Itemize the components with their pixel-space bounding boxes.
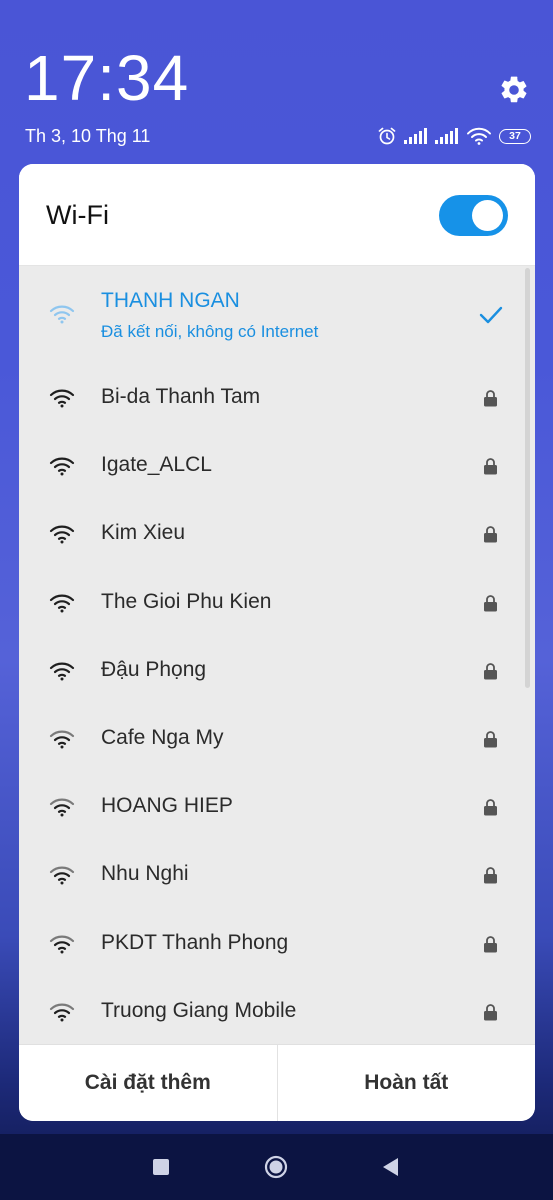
scrollbar[interactable] [525, 268, 530, 688]
wifi-icon [49, 866, 75, 885]
lock-icon [484, 731, 497, 748]
wifi-icon [49, 730, 75, 749]
panel-footer: Cài đặt thêm Hoàn tất [19, 1044, 535, 1121]
date-label: Th 3, 10 Thg 11 [25, 126, 151, 146]
lock-icon [484, 662, 497, 680]
wifi-icon [49, 389, 75, 408]
network-name: Kim Xieu [101, 521, 186, 545]
lock-icon [484, 1003, 497, 1021]
wifi-panel: Wi-Fi THANH NGAN Đã kết nối, không có In… [19, 164, 535, 1121]
network-row[interactable]: Kim Xieu [19, 500, 535, 568]
wifi-icon [49, 662, 75, 681]
network-list[interactable]: THANH NGAN Đã kết nối, không có Internet… [19, 266, 535, 1044]
network-row[interactable]: Đậu Phọng [19, 637, 535, 705]
wifi-icon [49, 457, 75, 476]
network-row[interactable]: Cafe Nga My [19, 705, 535, 773]
network-name: Đậu Phọng [101, 657, 207, 681]
network-row[interactable]: The Gioi Phu Kien [19, 569, 535, 637]
done-button[interactable]: Hoàn tất [278, 1045, 536, 1121]
network-name: THANH NGAN [101, 289, 240, 312]
panel-title: Wi-Fi [46, 200, 109, 230]
network-row[interactable]: Bi-da Thanh Tam [19, 364, 535, 432]
network-name: HOANG HIEP [101, 794, 233, 818]
wifi-icon [49, 1003, 75, 1022]
signal-icon [404, 128, 427, 144]
navigation-bar [0, 1134, 553, 1200]
status-icons: 37 [377, 124, 531, 148]
wifi-icon [49, 525, 75, 544]
wifi-icon [49, 798, 75, 817]
network-name: Truong Giang Mobile [101, 998, 297, 1022]
network-row[interactable]: Igate_ALCL [19, 432, 535, 500]
wifi-icon [49, 305, 75, 324]
lock-icon [484, 867, 497, 884]
panel-header: Wi-Fi [19, 164, 535, 266]
network-row[interactable]: HOANG HIEP [19, 773, 535, 841]
lock-icon [484, 458, 497, 475]
toggle-knob [472, 200, 503, 231]
network-name: Bi-da Thanh Tam [101, 385, 261, 408]
check-icon [479, 306, 503, 324]
network-status: Đã kết nối, không có Internet [101, 322, 319, 341]
network-row[interactable]: Nhu Nghi [19, 841, 535, 909]
lock-icon [484, 594, 497, 612]
back-button[interactable] [381, 1157, 399, 1177]
gear-icon[interactable] [498, 74, 530, 106]
wifi-toggle[interactable] [439, 195, 508, 236]
more-settings-button[interactable]: Cài đặt thêm [19, 1045, 277, 1121]
network-row[interactable]: PKDT Thanh Phong [19, 910, 535, 978]
network-name: PKDT Thanh Phong [101, 930, 289, 954]
recents-button[interactable] [153, 1159, 169, 1175]
wifi-icon [467, 127, 491, 145]
network-row[interactable]: THANH NGAN Đã kết nối, không có Internet [19, 266, 535, 364]
signal-icon [435, 128, 458, 144]
network-name: Igate_ALCL [101, 453, 212, 477]
lock-icon [484, 390, 497, 407]
lock-icon [484, 935, 497, 953]
battery-icon: 37 [499, 128, 531, 144]
lock-icon [484, 526, 497, 543]
wifi-icon [49, 594, 75, 613]
network-name: Cafe Nga My [101, 726, 224, 749]
network-name: The Gioi Phu Kien [101, 589, 272, 613]
clock-time: 17:34 [24, 42, 190, 114]
lock-icon [484, 799, 497, 816]
wifi-icon [49, 935, 75, 954]
home-button[interactable] [264, 1155, 288, 1179]
network-row[interactable]: Truong Giang Mobile [19, 978, 535, 1044]
alarm-icon [378, 127, 396, 145]
network-name: Nhu Nghi [101, 862, 189, 886]
